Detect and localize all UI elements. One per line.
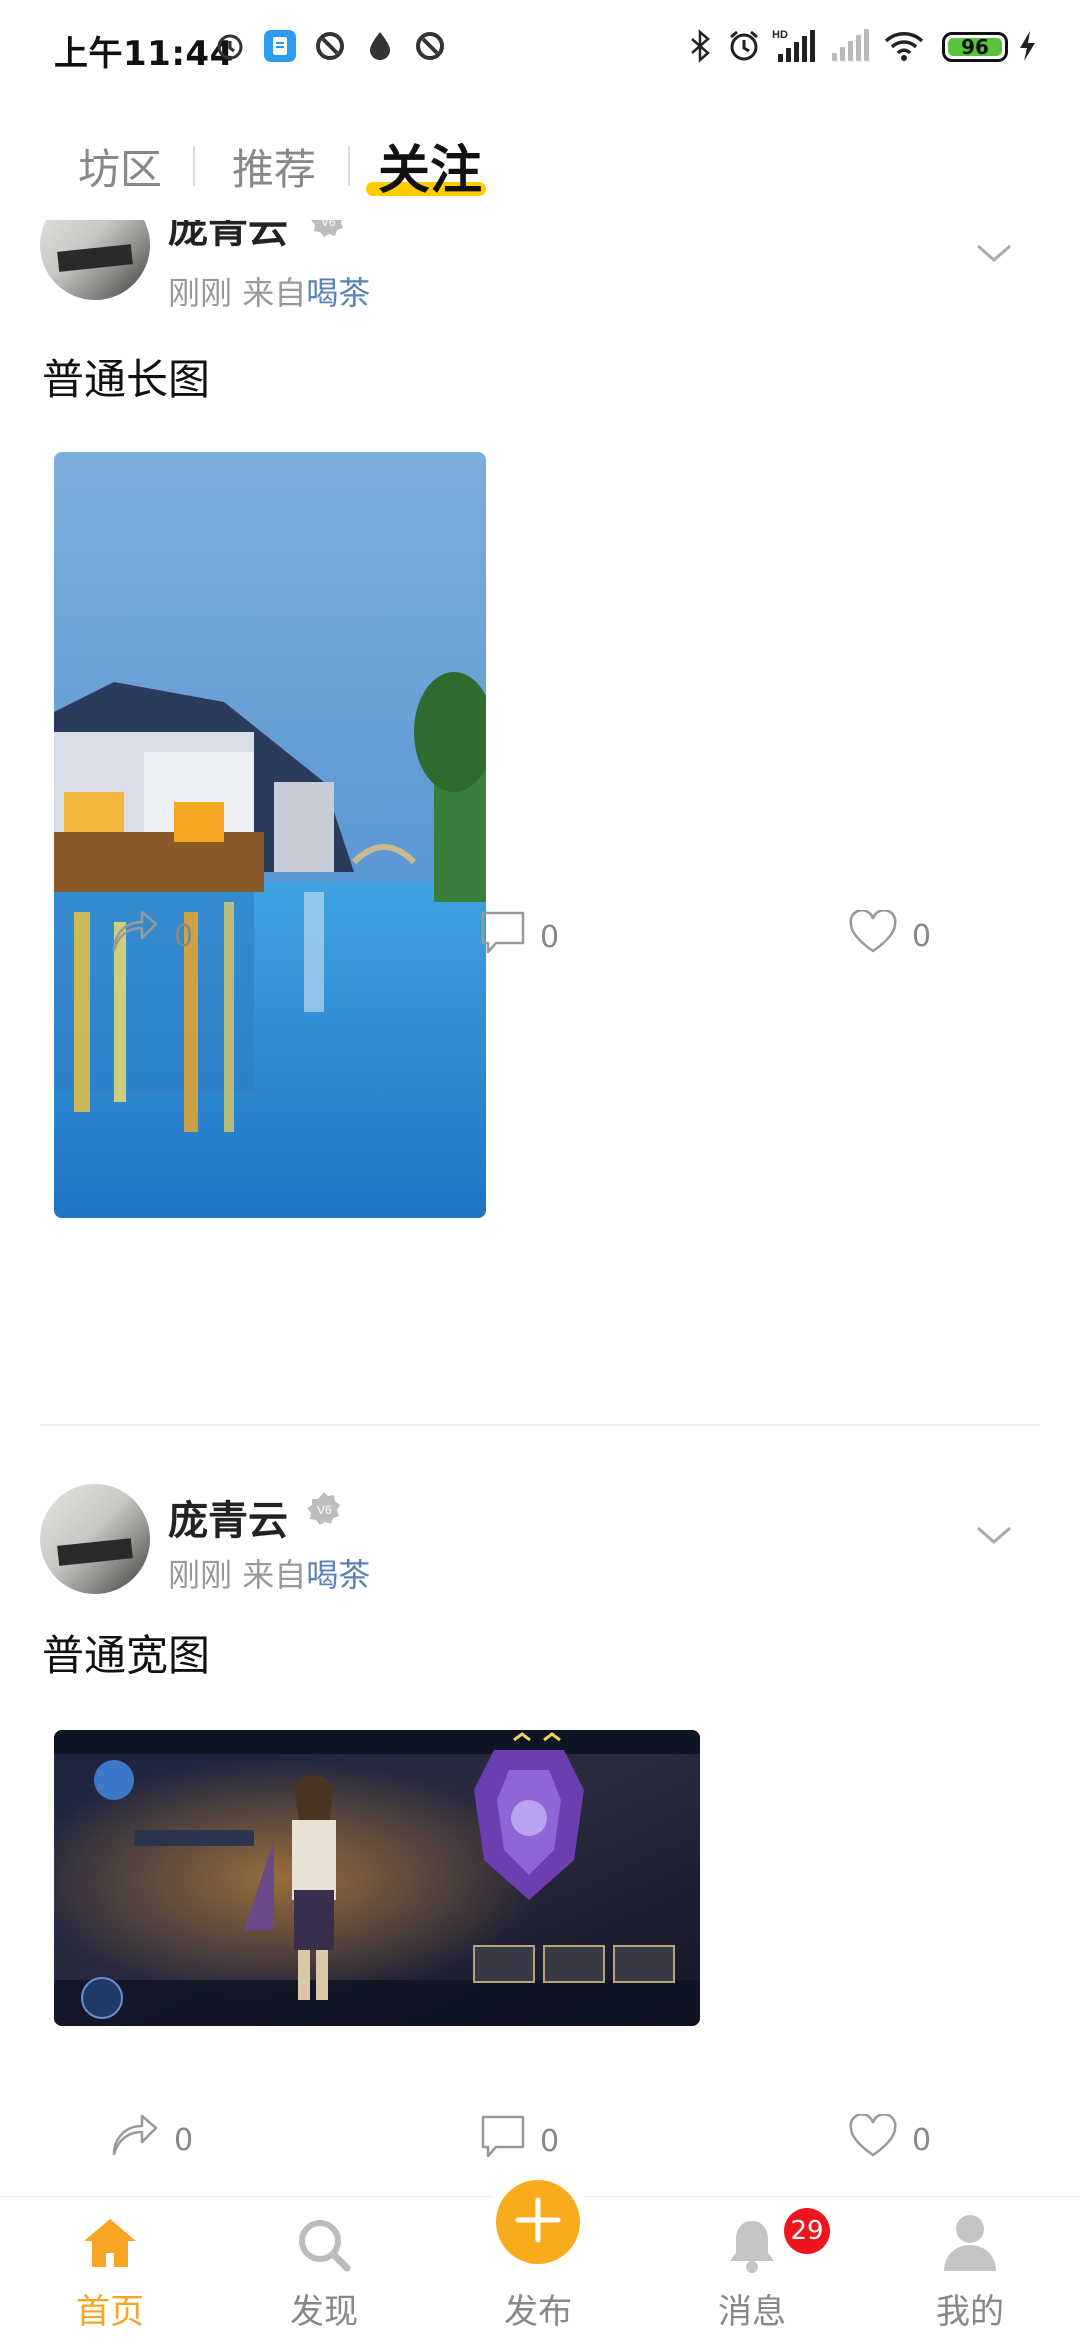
like-button[interactable]: 0 bbox=[848, 909, 932, 962]
verified-badge-icon: V6 bbox=[306, 1490, 342, 1530]
battery-icon: 96 bbox=[942, 32, 1008, 62]
share-count: 0 bbox=[174, 918, 194, 954]
nav-label: 发布 bbox=[504, 2292, 572, 2332]
droplet-icon bbox=[362, 28, 398, 64]
comment-count: 0 bbox=[540, 919, 560, 955]
post-image[interactable] bbox=[54, 452, 486, 1218]
post-from-label: 来自 bbox=[242, 1556, 307, 1594]
avatar[interactable] bbox=[40, 220, 150, 300]
tab-following[interactable]: 关注 bbox=[378, 128, 482, 203]
nav-profile[interactable]: 我的 bbox=[890, 2197, 1050, 2341]
tab-divider bbox=[348, 146, 350, 186]
bluetooth-icon bbox=[682, 28, 718, 64]
nav-label: 首页 bbox=[76, 2292, 144, 2332]
post-card: 庞青云 V6 刚刚 来自喝茶 普通宽图 0 0 0 bbox=[0, 1470, 1080, 2190]
like-count: 0 bbox=[912, 2122, 932, 2158]
plus-icon bbox=[513, 2195, 563, 2249]
post-divider bbox=[40, 1424, 1040, 1426]
bell-icon bbox=[724, 2217, 780, 2279]
heart-icon bbox=[848, 2113, 898, 2166]
post-source-link[interactable]: 喝茶 bbox=[306, 274, 370, 312]
nav-discover[interactable]: 发现 bbox=[244, 2197, 404, 2341]
share-icon bbox=[110, 910, 160, 962]
comment-button[interactable]: 0 bbox=[480, 910, 559, 964]
circle-slash-icon bbox=[312, 28, 348, 64]
comment-icon bbox=[480, 2114, 526, 2168]
status-bar: 上午11:44 HD 96 bbox=[0, 0, 1080, 96]
hd-signal-icon: HD bbox=[772, 28, 818, 64]
post-time: 刚刚 bbox=[168, 274, 233, 312]
post-meta: 刚刚 来自喝茶 bbox=[168, 268, 370, 314]
svg-text:HD: HD bbox=[772, 29, 788, 41]
share-count: 0 bbox=[174, 2122, 194, 2158]
post-time: 刚刚 bbox=[168, 1556, 233, 1594]
publish-button[interactable] bbox=[496, 2180, 580, 2264]
tab-recommend[interactable]: 推荐 bbox=[232, 136, 316, 197]
alarm-icon bbox=[726, 28, 762, 64]
charging-icon bbox=[1014, 28, 1040, 64]
nav-label: 消息 bbox=[718, 2292, 786, 2332]
nav-label: 我的 bbox=[936, 2292, 1004, 2332]
battery-level: 96 bbox=[961, 35, 989, 59]
top-tab-bar: 坊区 推荐 关注 bbox=[0, 110, 1080, 220]
post-username[interactable]: 庞青云 bbox=[168, 220, 288, 254]
tab-divider bbox=[193, 146, 195, 186]
status-time: 上午11:44 bbox=[54, 34, 234, 74]
nav-label: 发现 bbox=[290, 2292, 358, 2332]
post-from-label: 来自 bbox=[242, 274, 307, 312]
share-button[interactable]: 0 bbox=[110, 2114, 193, 2166]
avatar[interactable] bbox=[40, 1484, 150, 1594]
comment-count: 0 bbox=[540, 2123, 560, 2159]
post-source-link[interactable]: 喝茶 bbox=[306, 1556, 370, 1594]
comment-icon bbox=[480, 910, 526, 964]
chevron-down-icon[interactable] bbox=[974, 242, 1014, 270]
svg-text:V6: V6 bbox=[317, 1503, 332, 1517]
post-title: 普通长图 bbox=[42, 355, 211, 404]
verified-badge-icon: V6 bbox=[310, 220, 346, 242]
user-icon bbox=[940, 2211, 1000, 2277]
signal-icon bbox=[830, 28, 870, 64]
heart-icon bbox=[848, 909, 898, 962]
search-icon bbox=[294, 2215, 354, 2277]
svg-text:V6: V6 bbox=[321, 220, 336, 229]
alarm-icon bbox=[212, 28, 248, 64]
message-count-badge: 29 bbox=[784, 2208, 830, 2254]
share-icon bbox=[110, 2114, 160, 2166]
nav-home[interactable]: 首页 bbox=[30, 2197, 190, 2341]
comment-button[interactable]: 0 bbox=[480, 2114, 559, 2168]
post-username[interactable]: 庞青云 bbox=[168, 1488, 288, 1546]
like-count: 0 bbox=[912, 918, 932, 954]
post-image[interactable] bbox=[54, 1730, 700, 2026]
notes-app-icon bbox=[262, 28, 298, 64]
like-button[interactable]: 0 bbox=[848, 2113, 932, 2166]
post-meta: 刚刚 来自喝茶 bbox=[168, 1550, 370, 1596]
post-card: 庞青云 V6 刚刚 来自喝茶 普通长图 0 0 0 bbox=[0, 220, 1080, 1420]
share-button[interactable]: 0 bbox=[110, 910, 193, 962]
post-title: 普通宽图 bbox=[42, 1631, 211, 1680]
circle-slash-icon bbox=[412, 28, 448, 64]
home-icon bbox=[80, 2215, 140, 2275]
tab-fangqu[interactable]: 坊区 bbox=[78, 136, 162, 197]
chevron-down-icon[interactable] bbox=[974, 1524, 1014, 1552]
wifi-icon bbox=[884, 28, 924, 64]
